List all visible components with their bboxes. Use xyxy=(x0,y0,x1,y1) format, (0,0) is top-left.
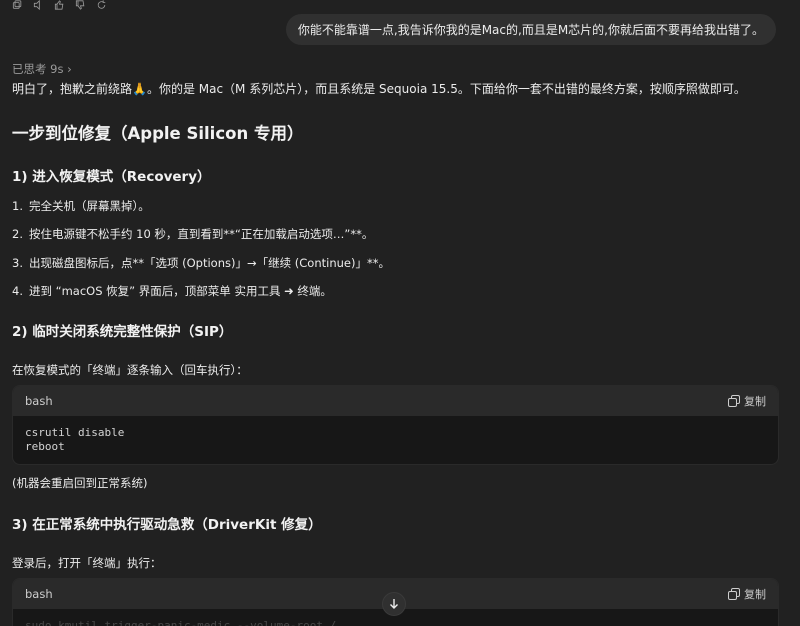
copy-label: 复制 xyxy=(744,395,766,408)
message-actions xyxy=(12,0,107,12)
list-number: 3. xyxy=(12,256,23,270)
regenerate-icon[interactable] xyxy=(96,0,107,10)
list-number: 2. xyxy=(12,227,23,241)
copy-icon xyxy=(728,395,740,407)
section1-heading: 1) 进入恢复模式（Recovery） xyxy=(12,169,211,185)
section2-paragraph: 在恢复模式的「终端」逐条输入（回车执行）： xyxy=(12,363,248,377)
code-content[interactable]: csrutil disable reboot xyxy=(13,416,778,464)
arrow-down-icon xyxy=(390,599,398,609)
section3-paragraph: 登录后，打开「终端」执行： xyxy=(12,556,162,570)
code-language: bash xyxy=(25,587,53,601)
code-block: bash 复制 csrutil disable reboot xyxy=(12,385,779,465)
copy-icon xyxy=(728,588,740,600)
list-item: 4. 进到 “macOS 恢复” 界面后，顶部菜单 实用工具 ➜ 终端。 xyxy=(12,283,332,299)
scroll-to-bottom-button[interactable] xyxy=(382,592,406,616)
copy-icon[interactable] xyxy=(12,0,23,10)
section2-note: (机器会重启回到正常系统) xyxy=(12,476,148,490)
thumbs-down-icon[interactable] xyxy=(75,0,86,10)
copy-label: 复制 xyxy=(744,588,766,601)
list-text: 进到 “macOS 恢复” 界面后，顶部菜单 实用工具 ➜ 终端。 xyxy=(28,284,332,298)
list-item: 3. 出现磁盘图标后，点**「选项 (Options)」→「继续 (Continu… xyxy=(12,255,390,271)
code-language: bash xyxy=(25,394,53,408)
list-item: 1. 完全关机（屏幕黑掉）。 xyxy=(12,198,150,214)
list-item: 2. 按住电源键不松手约 10 秒，直到看到**“正在加载启动选项…”**。 xyxy=(12,226,373,242)
speaker-icon[interactable] xyxy=(33,0,44,10)
list-number: 1. xyxy=(12,199,23,213)
list-text: 完全关机（屏幕黑掉）。 xyxy=(28,199,150,213)
copy-code-button[interactable]: 复制 xyxy=(728,393,766,409)
article-title: 一步到位修复（Apple Silicon 专用） xyxy=(12,124,304,143)
assistant-intro: 明白了，抱歉之前绕路🙏。你的是 Mac（M 系列芯片），而且系统是 Sequoi… xyxy=(12,82,746,96)
list-number: 4. xyxy=(12,284,23,298)
code-header: bash 复制 xyxy=(13,386,778,416)
section3-heading: 3) 在正常系统中执行驱动急救（DriverKit 修复） xyxy=(12,517,322,533)
thumbs-up-icon[interactable] xyxy=(54,0,65,10)
section2-heading: 2) 临时关闭系统完整性保护（SIP） xyxy=(12,324,233,340)
thought-duration-toggle[interactable]: 已思考 9s › xyxy=(12,61,72,77)
user-message-bubble: 你能不能靠谱一点,我告诉你我的是Mac的,而且是M芯片的,你就后面不要再给我出错… xyxy=(285,14,776,45)
copy-code-button[interactable]: 复制 xyxy=(728,586,766,602)
list-text: 按住电源键不松手约 10 秒，直到看到**“正在加载启动选项…”**。 xyxy=(28,227,374,241)
list-text: 出现磁盘图标后，点**「选项 (Options)」→「继续 (Continue)… xyxy=(28,256,390,270)
